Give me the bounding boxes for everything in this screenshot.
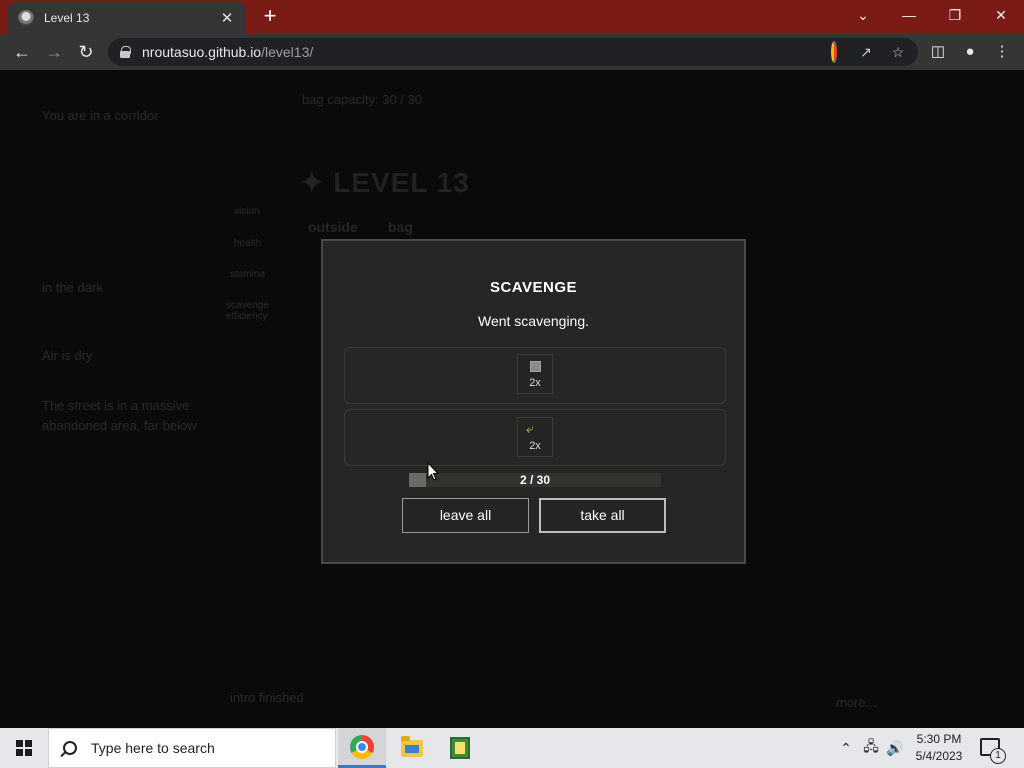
address-bar[interactable]: nroutasuo.github.io /level13/ ↗ ☆ [108,38,918,66]
minimize-button[interactable]: — [886,4,932,28]
log-entry: abandoned area, far below [42,418,197,433]
share-icon[interactable]: ↗ [856,42,876,62]
bag-capacity-bar: 2 / 30 [409,473,661,487]
item-count: 2x [529,440,541,452]
tab-bag[interactable]: bag [388,219,413,235]
tab-outside[interactable]: outside [308,219,358,235]
network-icon[interactable]: 🖧 [860,728,882,768]
gray-box-icon [530,361,541,372]
stat-stamina: stamina [230,269,266,280]
favicon-icon [18,10,34,26]
arrow-icon: ⤶ [526,420,534,436]
browser-tab[interactable]: Level 13 ✕ [8,2,246,34]
restore-button[interactable]: ❐ [932,4,978,28]
tray-chevron-icon[interactable]: ⌃ [836,728,856,768]
bag-items-row: ⤶ 2x [344,409,726,466]
log-entry: The street is in a massive [42,398,190,413]
notepad-icon [450,737,470,759]
taskbar-search[interactable]: Type here to search [48,728,336,768]
stat-health: health [234,238,262,249]
new-tab-button[interactable]: + [258,5,282,29]
clock-time: 5:30 PM [916,732,962,746]
forward-arrow-icon[interactable]: → [42,40,66,64]
item-slot[interactable]: ⤶ 2x [517,417,553,457]
bag-capacity-text: bag capacity: 30 / 30 [302,92,422,107]
profile-icon[interactable]: ● [958,40,982,64]
found-items-row: 2x [344,347,726,404]
browser-tab-strip: Level 13 ✕ + ⌄ — ❐ ✕ [0,0,1024,34]
item-count: 2x [529,377,541,389]
close-window-button[interactable]: ✕ [978,4,1024,28]
game-page: bag capacity: 30 / 30 ✦ LEVEL 13 outside… [0,70,1024,728]
take-all-button[interactable]: take all [539,498,666,533]
modal-description: Went scavenging. [477,313,590,329]
clock-date: 5/4/2023 [915,749,963,763]
notification-badge: 1 [990,748,1006,764]
log-entry: Air is dry [42,348,93,363]
search-icon [63,741,77,755]
lock-icon [120,46,131,58]
volume-icon[interactable]: 🔊 [884,728,906,768]
log-entry: You are in a corridor [42,108,159,123]
tab-search-button[interactable]: ⌄ [840,4,886,28]
taskbar-chrome[interactable] [338,728,386,768]
url-path: /level13/ [261,44,314,60]
folder-icon [401,735,423,757]
bag-capacity-label: 2 / 30 [519,473,551,487]
google-icon[interactable] [824,41,844,63]
stat-scavenge-efficiency: scavenge efficiency [226,300,269,322]
windows-taskbar: Type here to search ⌃ 🖧 🔊 5:30 PM 5/4/20… [0,728,1024,768]
start-button[interactable] [0,728,48,768]
item-slot[interactable]: 2x [517,354,553,394]
taskbar-clock[interactable]: 5:30 PM 5/4/2023 [906,731,972,765]
tab-close-icon[interactable]: ✕ [218,9,236,27]
taskbar-file-explorer[interactable] [388,728,436,768]
leave-all-button[interactable]: leave all [402,498,529,533]
tab-title: Level 13 [44,11,90,25]
chrome-icon [350,734,374,759]
browser-toolbar: ← → ↻ nroutasuo.github.io /level13/ ↗ ☆ … [0,34,1024,70]
bookmark-star-icon[interactable]: ☆ [888,42,908,62]
url-host: nroutasuo.github.io [142,44,262,60]
modal-title: SCAVENGE [489,279,578,296]
taskbar-notepad[interactable] [436,728,484,768]
windows-logo-icon [16,740,32,756]
scavenge-modal: SCAVENGE Went scavenging. 2x ⤶ 2x 2 / 30… [321,239,746,564]
search-placeholder: Type here to search [91,740,215,756]
footer-status: intro finished [230,690,304,705]
back-arrow-icon[interactable]: ← [10,40,34,64]
reload-icon[interactable]: ↻ [74,40,98,64]
menu-kebab-icon[interactable]: ⋮ [990,40,1014,64]
game-logo: ✦ LEVEL 13 [300,167,470,198]
side-panel-icon[interactable]: ◫ [926,40,950,64]
log-entry: in the dark [42,280,103,295]
stat-vision: vision [234,206,260,217]
footer-more-link[interactable]: more... [836,695,876,710]
